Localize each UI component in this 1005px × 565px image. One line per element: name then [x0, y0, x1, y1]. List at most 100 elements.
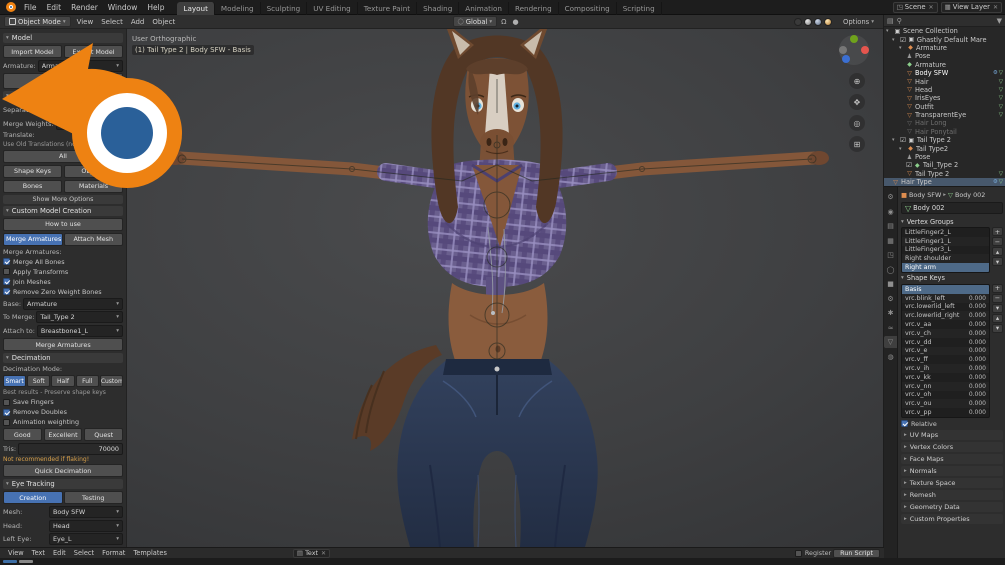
vertex-group-row[interactable]: LittleFinger1_L — [902, 236, 989, 246]
workspace-tab[interactable]: Compositing — [559, 1, 617, 15]
expand-icon[interactable]: ▾ — [892, 137, 898, 143]
outliner-row[interactable]: ▾ ☑ ▣ Tail Type 2 — [884, 136, 1005, 144]
eye-tracking-tab[interactable]: Testing — [63, 491, 123, 504]
old-translations-note[interactable]: Use Old Translations (not recommended) — [3, 141, 126, 148]
shape-key-row[interactable]: vrc.v_nn 0.000 — [902, 381, 989, 391]
mesh-data-icon[interactable]: ▽ — [999, 179, 1003, 185]
section-model-options[interactable]: ▾ Model Options: — [3, 91, 123, 101]
text-editor-menu-item[interactable]: Select — [70, 548, 98, 559]
to-merge-dropdown[interactable]: Tail_Type 2 ▾ — [36, 311, 123, 323]
register-checkbox-row[interactable]: Register — [794, 549, 831, 557]
quality-button[interactable]: Quest — [84, 428, 124, 441]
collapsed-section-header[interactable]: ▸ Vertex Colors — [901, 441, 1003, 453]
checkbox[interactable] — [3, 398, 10, 406]
run-script-button[interactable]: Run Script — [833, 548, 880, 558]
move-up-icon[interactable]: ▴ — [992, 313, 1003, 323]
remove-icon[interactable]: − — [992, 237, 1003, 246]
checkbox-row[interactable]: Remove Zero Weight Bones — [3, 288, 123, 296]
collapsed-section-header[interactable]: ▸ Texture Space — [901, 477, 1003, 489]
checkbox[interactable] — [794, 549, 802, 557]
expand-icon[interactable]: ▾ — [892, 37, 898, 43]
wireframe-shading-icon[interactable] — [794, 17, 802, 26]
unlink-icon[interactable]: ✕ — [321, 550, 326, 557]
expand-icon[interactable]: ▾ — [899, 146, 905, 152]
specials-icon[interactable]: ▾ — [992, 303, 1003, 313]
mode-dropdown[interactable]: Object Mode ▾ — [4, 16, 71, 27]
topbar-menu-item[interactable]: Edit — [42, 0, 67, 15]
shape-key-row[interactable]: vrc.v_ch 0.000 — [902, 328, 989, 338]
translate-button[interactable]: Bones — [3, 179, 62, 193]
tab-view-layer[interactable]: ▦ — [884, 235, 897, 247]
viewport-menu-item[interactable]: Add — [127, 15, 149, 29]
checkbox[interactable] — [3, 418, 10, 426]
add-icon[interactable]: + — [992, 283, 1003, 293]
outliner-row[interactable]: ♟ Pose — [884, 153, 1005, 161]
outliner-row[interactable]: ▾ ◆ Armature — [884, 44, 1005, 52]
outliner-row[interactable]: ▽ IrisEyes ▽ — [884, 94, 1005, 102]
mesh-data-icon[interactable]: ▽ — [999, 79, 1003, 85]
shape-key-row[interactable]: vrc.v_aa 0.000 — [902, 320, 989, 329]
quality-button[interactable]: Excellent — [43, 428, 83, 441]
tab-render[interactable]: ◉ — [884, 206, 897, 218]
shape-keys-header[interactable]: ▾ Shape Keys — [901, 273, 1003, 284]
workspace-tab[interactable]: Rendering — [509, 1, 559, 15]
shape-key-row[interactable]: vrc.lowerlid_left 0.000 — [902, 303, 989, 312]
checkbox-row[interactable]: Apply Transforms — [3, 268, 123, 276]
checkbox[interactable] — [3, 408, 10, 416]
collapsed-section-header[interactable]: ▸ Custom Properties — [901, 513, 1003, 525]
tab-material[interactable]: ◍ — [884, 351, 897, 363]
shape-key-row[interactable]: vrc.v_oh 0.000 — [902, 391, 989, 400]
solid-shading-icon[interactable] — [804, 17, 812, 26]
shape-key-row[interactable]: vrc.v_ou 0.000 — [902, 399, 989, 409]
mesh-data-icon[interactable]: ▽ — [999, 70, 1003, 76]
base-dropdown[interactable]: Armature ▾ — [23, 297, 123, 310]
blender-logo-icon[interactable] — [5, 1, 17, 13]
topbar-menu-item[interactable]: Window — [103, 0, 143, 15]
z-axis-handle[interactable] — [842, 55, 850, 63]
shape-key-row[interactable]: vrc.v_ff 0.000 — [902, 355, 989, 364]
text-editor-menu-item[interactable]: Templates — [129, 548, 171, 559]
outliner-row[interactable]: ☑ ◆ Tail_Type 2 — [884, 161, 1005, 169]
fix-model-button[interactable]: Fix Model — [3, 73, 123, 89]
collapsed-section-header[interactable]: ▸ Remesh — [901, 489, 1003, 501]
outliner-row[interactable]: ▽ Head ▽ — [884, 86, 1005, 94]
collection-checkbox[interactable]: ☑ — [906, 161, 912, 169]
import-model-button[interactable]: Import Model — [3, 45, 62, 58]
translate-button[interactable]: Materials — [64, 179, 123, 193]
filter-icon[interactable]: ▼ — [997, 17, 1002, 25]
workspace-tab[interactable]: Texture Paint — [358, 1, 418, 15]
vertex-group-row[interactable]: Right shoulder — [902, 254, 989, 264]
scene-selector[interactable]: ◳ Scene ✕ — [892, 1, 938, 13]
tab-world[interactable]: ◯ — [884, 264, 897, 276]
custom-model-tab[interactable]: Attach Mesh — [63, 232, 123, 246]
custom-model-tab[interactable]: Merge Armatures — [3, 232, 63, 246]
material-shading-icon[interactable] — [814, 17, 822, 26]
view-layer-selector[interactable]: ▦ View Layer ✕ — [940, 1, 1002, 13]
vertex-groups-header[interactable]: ▾ Vertex Groups — [901, 216, 1003, 227]
viewport-menu-item[interactable]: Select — [97, 15, 127, 29]
tab-physics[interactable]: ≈ — [884, 322, 897, 334]
tab-output[interactable]: ▤ — [884, 220, 897, 232]
mesh-data-icon[interactable]: ▽ — [999, 104, 1003, 110]
relative-checkbox-row[interactable]: Relative — [901, 420, 1003, 428]
x-axis-handle[interactable] — [861, 46, 869, 54]
attach-to-dropdown[interactable]: Breastbone1_L ▾ — [36, 324, 123, 337]
field-dropdown[interactable]: Head ▾ — [49, 519, 123, 532]
collapsed-section-header[interactable]: ▸ Geometry Data — [901, 501, 1003, 513]
export-model-button[interactable]: Export Model — [64, 45, 123, 58]
checkbox-row[interactable]: Join Meshes — [3, 278, 123, 286]
decimation-mode-button[interactable]: Custom — [99, 375, 124, 387]
pan-hand-icon[interactable]: ✥ — [849, 94, 865, 110]
shape-key-row[interactable]: vrc.v_pp 0.000 — [902, 408, 989, 417]
decimation-mode-button[interactable]: Soft — [27, 375, 51, 387]
expand-icon[interactable]: ▾ — [886, 28, 892, 34]
outliner-row[interactable]: ▽ Tail Type 2 ▽ — [884, 170, 1005, 178]
shape-key-row[interactable]: vrc.blink_left 0.000 — [902, 293, 989, 303]
outliner-row[interactable]: ▾ ▣ Scene Collection — [884, 27, 1005, 35]
merge-weights-dropdown[interactable]: To Parents ▾ — [55, 117, 123, 130]
translate-button[interactable]: Shape Keys — [3, 164, 62, 178]
modifier-icon[interactable]: ⚙ — [993, 179, 998, 185]
checkbox[interactable] — [3, 278, 10, 285]
tab-particles[interactable]: ✱ — [884, 307, 897, 319]
text-editor-menu-item[interactable]: Text — [28, 548, 49, 559]
